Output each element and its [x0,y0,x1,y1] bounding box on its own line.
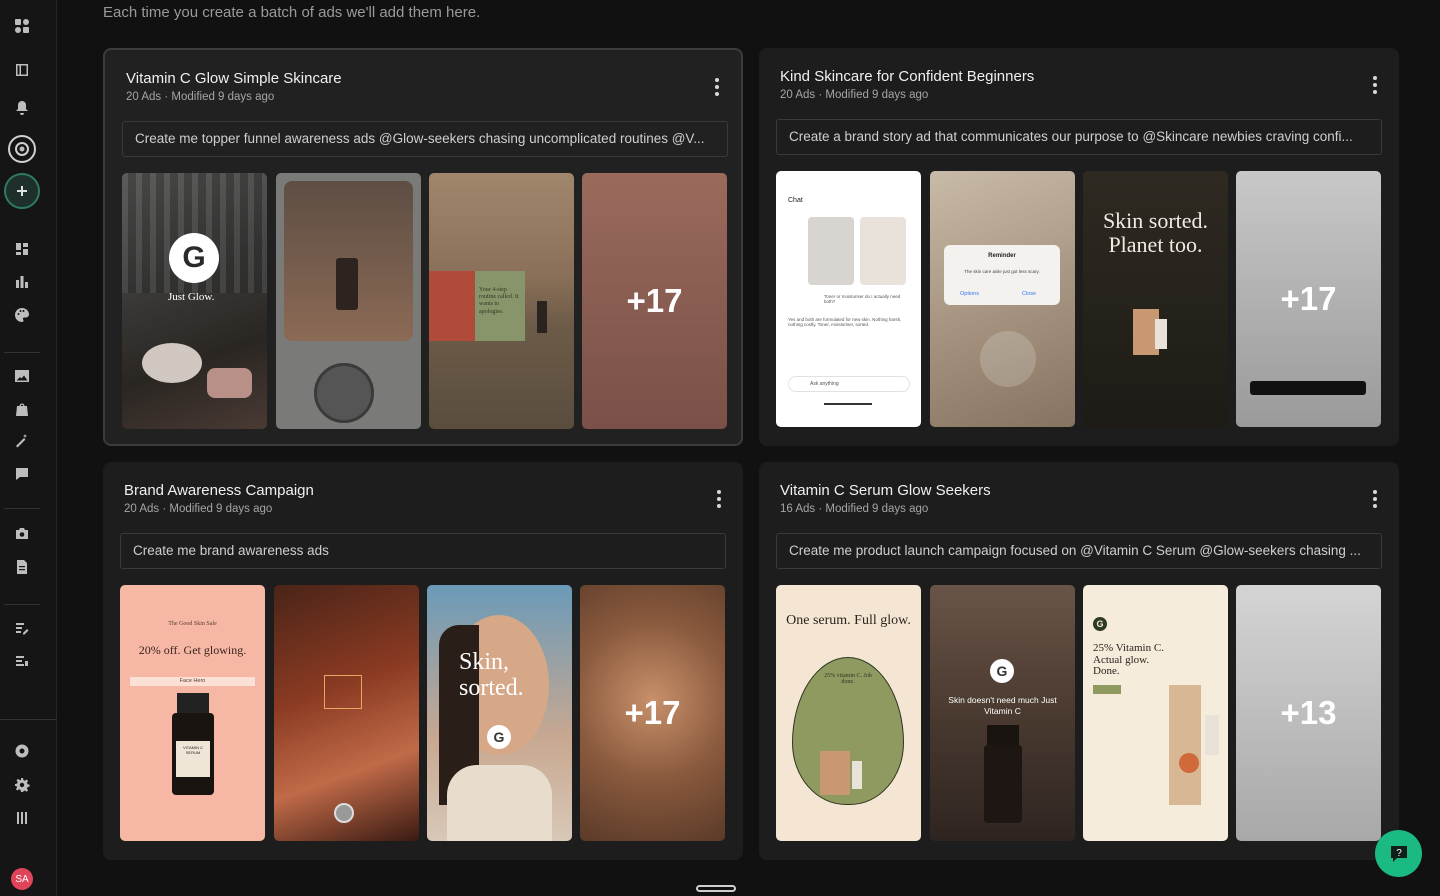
ad-thumbnail[interactable]: One serum. Full glow. 25% vitamin C. Job… [776,585,921,841]
card-title: Brand Awareness Campaign [124,482,314,499]
more-ads-count: +13 [1280,694,1337,731]
more-ads-tile[interactable]: +13 [1236,585,1381,841]
scroll-handle[interactable] [696,885,736,892]
ad-thumbnail[interactable] [274,585,419,841]
ad-thumbnail[interactable]: Chat Toner or moisturiser do I actually … [776,171,921,427]
ad-thumbnail[interactable]: Skin sorted. Planet too. [1083,171,1228,427]
sale-headline: 20% off. Get glowing. [138,643,247,657]
sidebar: SA [0,0,57,896]
ad-caption: Skin doesn't need much Just Vitamin C [948,695,1057,716]
card-title: Vitamin C Glow Simple Skincare [126,70,342,87]
brand-logo-icon: G [990,659,1014,683]
card-title: Vitamin C Serum Glow Seekers [780,482,991,499]
svg-text:?: ? [1396,848,1402,859]
more-options-icon[interactable] [713,490,725,508]
document-icon[interactable] [12,557,32,577]
brand-icon[interactable] [8,135,36,163]
reminder-body: The skin care aisle just got less scary. [964,269,1040,274]
card-meta: 20 Ads · Modified 9 days ago [124,503,273,515]
plus-icon[interactable] [4,173,40,209]
more-ads-count: +17 [1280,280,1337,317]
sale-brand: The Good Skin Sale [168,621,217,627]
dashboard-icon[interactable] [12,239,32,259]
settings-icon[interactable] [12,775,32,795]
card-meta: 20 Ads · Modified 9 days ago [126,91,275,103]
thumbnail-strip: One serum. Full glow. 25% vitamin C. Job… [776,585,1382,841]
more-options-icon[interactable] [1369,76,1381,94]
avatar-initials: SA [15,873,29,885]
help-chat-button[interactable]: ? [1375,830,1422,877]
feedback-icon[interactable] [12,464,32,484]
list-edit-icon[interactable] [12,618,32,638]
list-icon[interactable] [12,651,32,671]
brand-logo-icon: G [1093,617,1107,631]
card-meta: 16 Ads · Modified 9 days ago [780,503,929,515]
ad-thumbnail[interactable]: The Good Skin Sale 20% off. Get glowing.… [120,585,265,841]
reminder-title: Reminder [988,253,1016,259]
reminder-close: Close [1022,291,1037,297]
brand-logo-icon: G [487,725,511,749]
thumbnail-strip: Chat Toner or moisturiser do I actually … [776,171,1382,427]
ad-batch-card[interactable]: Kind Skincare for Confident Beginners 20… [759,48,1399,446]
sidebar-divider [4,508,40,509]
image-icon[interactable] [12,366,32,386]
sale-tag: Face Hero [130,677,255,686]
prompt-field[interactable]: Create me product launch campaign focuse… [776,533,1382,569]
chart-icon[interactable] [12,272,32,292]
ad-headline: 25% Vitamin C. Actual glow. Done. [1093,642,1164,678]
app-logo-icon[interactable] [12,16,32,36]
card-title: Kind Skincare for Confident Beginners [780,68,1035,85]
chat-bubble-icon: ? [1390,845,1407,862]
ad-thumbnail[interactable]: G 25% Vitamin C. Actual glow. Done. [1083,585,1228,841]
bell-icon[interactable] [12,98,32,118]
prompt-field[interactable]: Create me brand awareness ads [120,533,726,569]
ad-headline: Skin sorted. Planet too. [1102,208,1209,258]
card-meta: 20 Ads · Modified 9 days ago [780,89,929,101]
ad-thumbnail[interactable]: G Skin doesn't need much Just Vitamin C [930,585,1075,841]
ad-batch-card[interactable]: Brand Awareness Campaign 20 Ads · Modifi… [103,462,743,860]
chat-label: Chat [788,197,803,204]
tools-icon[interactable] [12,808,32,828]
ad-batch-card[interactable]: Vitamin C Glow Simple Skincare 20 Ads · … [103,48,743,446]
page-subtitle: Each time you create a batch of ads we'l… [103,4,481,21]
more-options-icon[interactable] [711,78,723,96]
ad-thumbnail[interactable] [276,173,421,429]
chat-bubble: Toner or moisturiser do I actually need … [824,294,901,304]
prompt-field[interactable]: Create me topper funnel awareness ads @G… [122,121,728,157]
more-ads-tile[interactable]: +17 [1236,171,1381,427]
ad-thumbnail[interactable]: Your 4-step routine called. It wants to … [429,173,574,429]
ad-batch-card[interactable]: Vitamin C Serum Glow Seekers 16 Ads · Mo… [759,462,1399,860]
ad-thumbnail[interactable]: Skin, sorted. G [427,585,572,841]
bag-icon[interactable] [12,399,32,419]
egg-sub: 25% vitamin C. Job done. [824,673,872,685]
more-ads-tile[interactable]: +17 [580,585,725,841]
more-ads-tile[interactable]: +17 [582,173,727,429]
ad-caption: Just Glow. [168,291,215,303]
camera-icon[interactable] [12,524,32,544]
magic-wand-icon[interactable] [12,431,32,451]
support-icon[interactable] [12,741,32,761]
sidebar-divider [0,719,57,720]
panel-icon[interactable] [12,60,32,80]
more-ads-count: +17 [624,694,681,731]
serum-label: VITAMIN C SERUM [176,741,210,777]
reminder-options: Options [960,291,979,297]
ad-thumbnail[interactable]: Reminder The skin care aisle just got le… [930,171,1075,427]
palette-icon[interactable] [12,305,32,325]
more-ads-count: +17 [626,282,683,319]
sidebar-divider [4,352,40,353]
ad-caption: Your 4-step routine called. It wants to … [479,287,519,315]
brand-logo-icon: G [169,233,219,283]
more-options-icon[interactable] [1369,490,1381,508]
prompt-field[interactable]: Create a brand story ad that communicate… [776,119,1382,155]
ad-thumbnail[interactable]: G Just Glow. [122,173,267,429]
ad-headline: Skin, sorted. [459,649,524,702]
avatar[interactable]: SA [11,868,33,890]
sidebar-divider [4,604,40,605]
thumbnail-strip: G Just Glow. Your 4-step routine called.… [122,173,728,429]
ad-headline: One serum. Full glow. [786,613,911,628]
thumbnail-strip: The Good Skin Sale 20% off. Get glowing.… [120,585,726,841]
chat-input: Ask anything [810,381,839,387]
chat-reply: Yes and both are formulated for new skin… [788,317,902,327]
